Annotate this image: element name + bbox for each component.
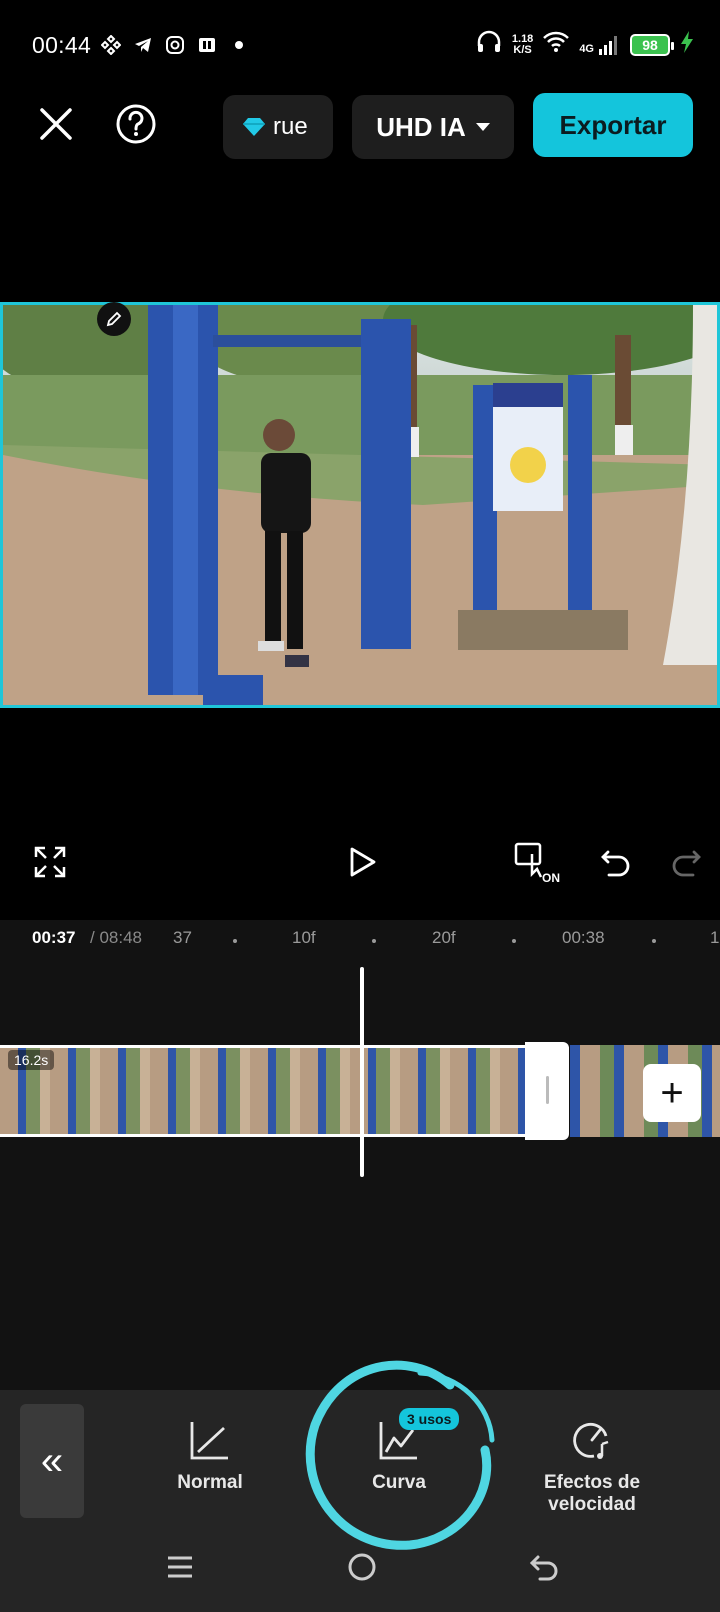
ruler-dot: [233, 939, 237, 943]
network-type: 4G: [579, 42, 594, 55]
curve-label: Curva: [372, 1472, 426, 1493]
ruler-tick: 37: [173, 928, 192, 947]
battery-level: 98: [642, 36, 658, 53]
ruler-tick: 1: [710, 928, 720, 947]
diamond-icon: [243, 118, 265, 136]
system-icons: 1.18 K/S 4G 98: [476, 30, 694, 59]
play-icon: [350, 847, 376, 877]
help-button[interactable]: [114, 102, 158, 146]
total-time: / 08:48: [90, 928, 142, 947]
back-button[interactable]: [524, 1547, 564, 1587]
video-preview[interactable]: [0, 302, 720, 708]
close-button[interactable]: [34, 102, 78, 146]
undo-icon: [601, 850, 630, 877]
uses-badge: 3 usos: [399, 1408, 460, 1430]
svg-text:ON: ON: [542, 871, 560, 884]
ruler-dot: [372, 939, 376, 943]
clip-duration: 16.2s: [8, 1050, 55, 1070]
speed-effects-label-line1: Efectos de: [543, 1472, 641, 1493]
quality-dropdown[interactable]: UHD IA: [352, 95, 514, 159]
close-icon: [40, 108, 72, 140]
back-icon: [529, 1555, 558, 1581]
speed-effects-label-line2: velocidad: [548, 1494, 636, 1515]
playhead[interactable]: [360, 967, 364, 1177]
current-time: 00:37: [32, 928, 76, 947]
plus-icon: +: [660, 1070, 684, 1115]
keyframe-on-button[interactable]: ON: [510, 840, 562, 884]
pro-trial-label: rue: [273, 113, 308, 140]
speed-normal-tool[interactable]: Normal: [135, 1418, 285, 1494]
double-chevron-left-icon: «: [40, 1438, 64, 1483]
status-bar: 00:44 1.18 K/S 4G 98: [0, 0, 720, 90]
charging-icon: [680, 31, 694, 58]
redo-icon: [672, 850, 701, 877]
app-icon: [196, 34, 218, 56]
ruler-dot: [652, 939, 656, 943]
network-speed-unit: K/S: [513, 43, 532, 56]
notification-icons: [100, 34, 250, 56]
signal-icon: 4G: [579, 35, 620, 55]
telegram-icon: [132, 34, 154, 56]
add-clip-button[interactable]: +: [643, 1064, 701, 1122]
recents-button[interactable]: [160, 1547, 200, 1587]
speed-effects-tool[interactable]: Efectos de velocidad: [517, 1418, 667, 1516]
playback-controls: ON: [0, 840, 720, 900]
play-button[interactable]: [340, 840, 384, 884]
ruler-dot: [512, 939, 516, 943]
time-ruler: 00:37 / 08:48 37 10f 20f 00:38 1: [0, 928, 720, 958]
status-time: 00:44: [32, 32, 92, 58]
binance-icon: [100, 34, 122, 56]
more-notifications-dot: [228, 34, 250, 56]
caret-down-icon: [475, 123, 490, 131]
network-speed: 1.18 K/S: [511, 32, 534, 56]
normal-speed-icon: [190, 1422, 228, 1460]
video-clip-selected[interactable]: [0, 1045, 525, 1137]
ruler-tick: 00:38: [562, 928, 605, 947]
fullscreen-button[interactable]: [28, 840, 72, 884]
normal-label: Normal: [177, 1472, 243, 1493]
timeline[interactable]: 00:37 / 08:48 37 10f 20f 00:38 1 16.2s +: [0, 920, 720, 1390]
battery-indicator: 98: [630, 33, 674, 56]
menu-icon: [168, 1556, 192, 1578]
redo-button[interactable]: [664, 840, 708, 884]
fullscreen-icon: [34, 846, 66, 878]
network-speed-value: 1.18: [511, 32, 534, 45]
quality-label: UHD IA: [376, 111, 466, 142]
instagram-icon: [164, 34, 186, 56]
home-button[interactable]: [342, 1547, 382, 1587]
keyframe-on-icon: ON: [514, 842, 560, 884]
clip-trim-handle[interactable]: [525, 1042, 569, 1140]
edit-pencil-button[interactable]: [97, 302, 131, 336]
video-frame-image: [3, 305, 717, 705]
export-button[interactable]: Exportar: [533, 93, 693, 157]
ruler-tick: 10f: [292, 928, 316, 947]
collapse-panel-button[interactable]: «: [20, 1404, 84, 1518]
system-nav-bar: [0, 1535, 720, 1612]
pro-trial-chip[interactable]: rue: [223, 95, 333, 159]
ruler-tick: 20f: [432, 928, 456, 947]
top-toolbar: rue UHD IA Exportar: [0, 90, 720, 160]
speed-effects-icon: [573, 1423, 609, 1459]
pencil-icon: [106, 311, 122, 327]
home-circle-icon: [348, 1553, 376, 1581]
headphones-icon: [476, 30, 502, 59]
help-icon: [116, 104, 156, 144]
wifi-icon: [543, 31, 570, 58]
undo-button[interactable]: [594, 840, 638, 884]
speed-effects-label: Efectos de velocidad: [544, 1472, 640, 1516]
